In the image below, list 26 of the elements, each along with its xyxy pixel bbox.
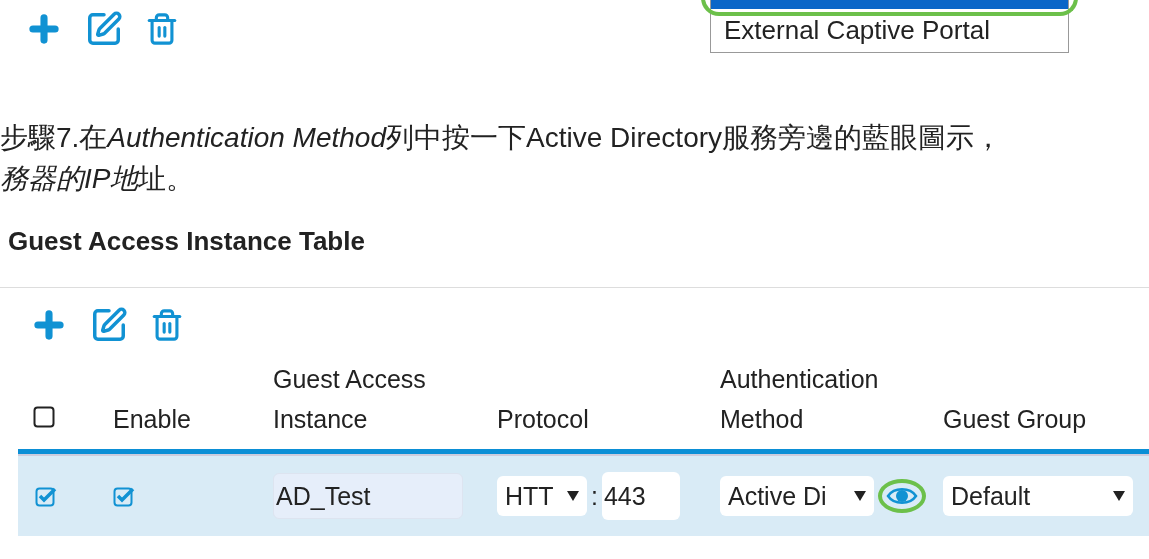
auth-method-select[interactable]: Active Di <box>720 476 874 516</box>
column-header: Protocol <box>497 404 590 435</box>
delete-button[interactable] <box>145 12 179 46</box>
checkbox[interactable] <box>35 485 57 507</box>
checkbox[interactable] <box>33 406 55 428</box>
instruction-text: 步驟7.在Authentication Method列中按一下Active Directory服務旁邊的藍眼圖示， 務器的IP地址。 <box>0 121 1004 196</box>
guest-group-select[interactable]: Default <box>943 476 1133 516</box>
port-separator: : <box>591 481 598 511</box>
section-title: Guest Access Instance Table <box>8 225 366 258</box>
caret-icon <box>854 491 866 501</box>
instance-field[interactable]: AD_Test <box>273 473 463 519</box>
column-header: Authentication Method <box>720 364 880 435</box>
delete-button[interactable] <box>150 308 184 342</box>
column-header: Guest Group <box>943 404 1088 435</box>
eye-icon <box>886 486 918 506</box>
edit-button[interactable] <box>90 306 128 344</box>
caret-icon <box>1113 491 1125 501</box>
port-field[interactable]: 443 <box>601 472 680 520</box>
column-header: Enable <box>113 404 192 435</box>
view-button[interactable] <box>878 479 926 513</box>
protocol-select[interactable]: HTT <box>497 476 587 516</box>
caret-icon <box>567 491 579 501</box>
table-row[interactable]: AD_Test HTT : 443 Active Di Default <box>18 454 1149 536</box>
column-header: Guest Access Instance <box>273 364 427 435</box>
edit-button[interactable] <box>85 10 123 48</box>
checkbox[interactable] <box>113 485 135 507</box>
